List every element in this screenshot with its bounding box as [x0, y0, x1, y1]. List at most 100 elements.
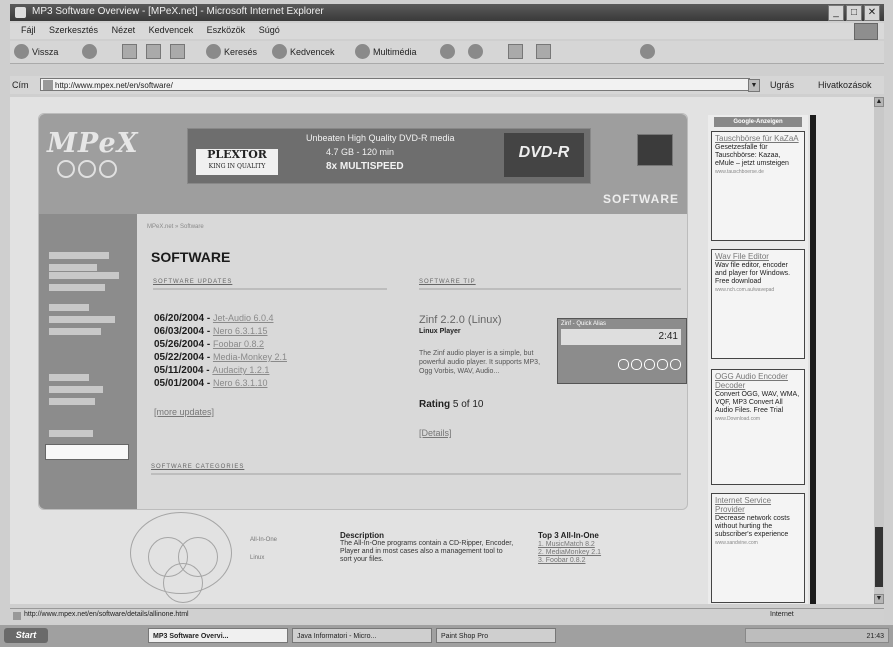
ad-url[interactable]: www.Download.com — [715, 416, 801, 422]
search-button[interactable]: Keresés — [206, 44, 257, 59]
menu-view[interactable]: Nézet — [112, 25, 136, 35]
nav-item[interactable] — [49, 374, 89, 381]
site-logo[interactable]: MPeX — [47, 128, 139, 159]
description-text: The All-In-One programs contain a CD-Rip… — [340, 540, 514, 563]
forward-button[interactable] — [82, 44, 97, 59]
nav-item[interactable] — [49, 386, 103, 393]
nav-item[interactable] — [49, 272, 119, 279]
top3-title: Top 3 All-In-One — [538, 531, 599, 540]
media-icon — [355, 44, 370, 59]
language-flag-icon[interactable] — [637, 134, 673, 166]
ie-icon — [15, 7, 26, 18]
nav-item[interactable] — [49, 252, 109, 259]
menu-file[interactable]: Fájl — [21, 25, 36, 35]
linux-icon[interactable]: Linux — [250, 555, 290, 567]
address-input[interactable]: http://www.mpex.net/en/software/ — [40, 78, 750, 91]
brand-tagline: KING IN QUALITY — [208, 163, 266, 170]
window-title: MP3 Software Overview - [MPeX.net] - Mic… — [32, 6, 324, 17]
task-java[interactable]: Java Informatori - Micro... — [292, 628, 432, 643]
go-button[interactable]: Ugrás — [770, 80, 794, 90]
mail-button[interactable] — [468, 44, 483, 59]
refresh-button[interactable] — [146, 44, 161, 59]
more-updates-link[interactable]: [more updates] — [154, 407, 214, 417]
title-bar[interactable]: MP3 Software Overview - [MPeX.net] - Mic… — [10, 4, 884, 21]
stop-button[interactable] — [122, 44, 137, 59]
ad-box[interactable]: Tauschbörse für KaZaA Gesetzesfalle für … — [711, 131, 805, 241]
menu-edit[interactable]: Szerkesztés — [49, 25, 98, 35]
vertical-scrollbar[interactable]: ▲ ▼ — [874, 97, 884, 604]
nav-item[interactable] — [49, 430, 93, 437]
update-link[interactable]: Foobar 0.8.2 — [213, 339, 264, 349]
ad-url[interactable]: www.nch.com.au/wavepad — [715, 287, 801, 293]
ad-url[interactable]: www.tauschboerse.de — [715, 169, 801, 175]
task-ie[interactable]: MP3 Software Overvi... — [148, 628, 288, 643]
history-button[interactable] — [440, 44, 455, 59]
divider — [419, 288, 681, 290]
scroll-thumb[interactable] — [875, 527, 883, 587]
scroll-up-icon[interactable]: ▲ — [874, 97, 884, 107]
nav-item[interactable] — [49, 304, 89, 311]
logo-rings — [57, 160, 117, 178]
tip-title[interactable]: Zinf 2.2.0 (Linux) — [419, 314, 502, 326]
update-link[interactable]: Nero 6.3.1.10 — [213, 378, 268, 388]
plextor-banner[interactable]: PLEXTOR KING IN QUALITY Unbeaten High Qu… — [187, 128, 591, 184]
top3-item[interactable]: 2. MediaMonkey 2.1 — [538, 549, 601, 557]
forward-arrow-icon — [82, 44, 97, 59]
site-search-input[interactable] — [45, 444, 129, 460]
update-link[interactable]: Jet-Audio 6.0.4 — [213, 313, 274, 323]
top3-item[interactable]: 1. MusicMatch 8.2 — [538, 541, 601, 549]
links-button[interactable]: Hivatkozások — [818, 80, 872, 90]
start-button[interactable]: Start — [4, 628, 48, 643]
windows-flag-icon — [854, 23, 878, 40]
update-link[interactable]: Audacity 1.2.1 — [212, 365, 269, 375]
window-controls: _ □ ✕ — [828, 5, 880, 21]
home-button[interactable] — [170, 44, 185, 59]
menu-help[interactable]: Súgó — [259, 25, 280, 35]
nav-item[interactable] — [49, 316, 115, 323]
details-link[interactable]: [Details] — [419, 428, 452, 438]
nav-item[interactable] — [49, 284, 105, 291]
mail-icon — [468, 44, 483, 59]
update-row: 06/03/2004 - Nero 6.3.1.15 — [154, 326, 268, 337]
update-link[interactable]: Nero 6.3.1.15 — [213, 326, 268, 336]
description-title: Description — [340, 531, 385, 540]
star-icon — [272, 44, 287, 59]
maximize-button[interactable]: □ — [846, 5, 862, 21]
ad-box[interactable]: Internet Service Provider Decrease netwo… — [711, 493, 805, 603]
ad-title[interactable]: Internet Service Provider — [715, 496, 801, 514]
media-button[interactable]: Multimédia — [355, 44, 417, 59]
ad-title[interactable]: OGG Audio Encoder Decoder — [715, 372, 801, 390]
print-button[interactable] — [508, 44, 523, 59]
media-label: Multimédia — [373, 46, 417, 57]
menu-bar: Fájl Szerkesztés Nézet Kedvencek Eszközö… — [10, 23, 884, 40]
update-link[interactable]: Media-Monkey 2.1 — [213, 352, 287, 362]
close-button[interactable]: ✕ — [864, 5, 880, 21]
update-row: 05/26/2004 - Foobar 0.8.2 — [154, 339, 264, 350]
player-title: Zinf - Quick Alias — [561, 321, 607, 327]
ad-box[interactable]: OGG Audio Encoder Decoder Convert OGG, W… — [711, 369, 805, 485]
messenger-button[interactable] — [640, 44, 655, 59]
scroll-down-icon[interactable]: ▼ — [874, 594, 884, 604]
nav-item[interactable] — [49, 264, 97, 271]
ad-box[interactable]: Wav File Editor Wav file editor, encoder… — [711, 249, 805, 359]
ad-url[interactable]: www.sandvine.com — [715, 540, 801, 546]
nav-item[interactable] — [49, 328, 101, 335]
ad-title[interactable]: Tauschbörse für KaZaA — [715, 134, 801, 143]
ad-title[interactable]: Wav File Editor — [715, 252, 801, 261]
favorites-button[interactable]: Kedvencek — [272, 44, 335, 59]
clock[interactable]: 21:43 — [866, 633, 884, 640]
nav-item[interactable] — [49, 398, 95, 405]
back-button[interactable]: Vissza — [14, 44, 58, 59]
breadcrumb[interactable]: MPeX.net » Software — [147, 224, 204, 230]
internet-zone: Internet — [770, 611, 794, 618]
menu-favorites[interactable]: Kedvencek — [149, 25, 194, 35]
edit-button[interactable] — [536, 44, 551, 59]
top3-item[interactable]: 3. Foobar 0.8.2 — [538, 557, 601, 565]
minimize-button[interactable]: _ — [828, 5, 844, 21]
allinone-icon[interactable]: All-In-One — [250, 537, 290, 549]
address-dropdown-button[interactable]: ▼ — [748, 79, 760, 92]
edit-icon — [536, 44, 551, 59]
menu-tools[interactable]: Eszközök — [207, 25, 246, 35]
task-paintshop[interactable]: Paint Shop Pro — [436, 628, 556, 643]
player-time: 2:41 — [561, 329, 681, 345]
